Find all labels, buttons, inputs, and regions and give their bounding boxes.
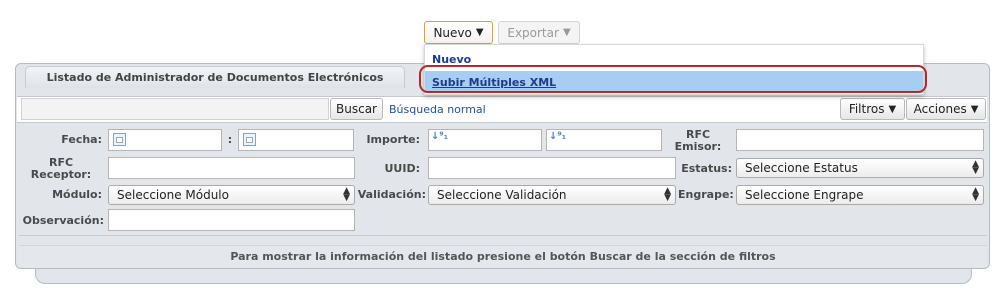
uuid-field[interactable] xyxy=(428,157,676,179)
rfc-emisor-label-line2: Emisor: xyxy=(674,140,722,153)
updown-arrows-icon: ▲ ▼ xyxy=(972,159,979,176)
chevron-down-icon: ▼ xyxy=(970,103,979,115)
engrape-label: Engrape: xyxy=(678,188,734,201)
nuevo-button[interactable]: Nuevo ▼ xyxy=(424,21,493,44)
importe-label: Importe: xyxy=(366,133,420,146)
modulo-select-value: Seleccione Módulo xyxy=(117,188,229,202)
chevron-down-icon: ▼ xyxy=(475,27,484,38)
nuevo-button-label: Nuevo xyxy=(433,25,472,40)
sort-numeric-icon: ↓⁹₁ xyxy=(549,131,567,142)
rfc-emisor-label: RFC Emisor: xyxy=(664,129,732,153)
fecha-label: Fecha: xyxy=(61,133,102,146)
highlight-ring xyxy=(419,65,927,93)
panel-title: Listado de Administrador de Documentos E… xyxy=(25,66,405,88)
exportar-button-label: Exportar xyxy=(507,25,559,40)
engrape-select-value: Seleccione Engrape xyxy=(745,188,864,202)
updown-arrows-icon: ▲ ▼ xyxy=(343,186,350,203)
search-input[interactable] xyxy=(21,98,329,120)
estatus-select[interactable]: Seleccione Estatus ▲ ▼ xyxy=(736,158,984,178)
footer-message: Para mostrar la información del listado … xyxy=(19,245,987,267)
rfc-receptor-label: RFC Receptor: xyxy=(20,157,102,181)
calendar-icon[interactable] xyxy=(243,133,256,146)
filters-divider xyxy=(19,235,987,236)
validacion-select-value: Seleccione Validación xyxy=(437,188,567,202)
menu-item-label: Nuevo xyxy=(432,52,472,66)
observacion-label: Observación: xyxy=(22,214,104,227)
uuid-label: UUID: xyxy=(384,162,421,175)
updown-arrows-icon: ▲ ▼ xyxy=(664,186,671,203)
updown-arrows-icon: ▲ ▼ xyxy=(972,186,979,203)
observacion-field[interactable] xyxy=(108,209,355,231)
buscar-button[interactable]: Buscar xyxy=(330,98,383,120)
buscar-button-label: Buscar xyxy=(336,102,377,116)
exportar-button[interactable]: Exportar ▼ xyxy=(498,21,580,44)
chevron-down-icon: ▼ xyxy=(888,103,897,115)
busqueda-normal-link[interactable]: Búsqueda normal xyxy=(389,103,486,116)
footer-message-text: Para mostrar la información del listado … xyxy=(230,250,776,263)
validacion-select[interactable]: Seleccione Validación ▲ ▼ xyxy=(428,185,676,205)
rfc-emisor-field[interactable] xyxy=(736,129,984,151)
chevron-down-icon: ▼ xyxy=(562,27,571,38)
validacion-label: Validación: xyxy=(357,188,426,201)
panel-title-text: Listado de Administrador de Documentos E… xyxy=(46,71,384,84)
acciones-button[interactable]: Acciones ▼ xyxy=(906,98,986,120)
calendar-icon[interactable] xyxy=(113,133,126,146)
rfc-receptor-field[interactable] xyxy=(108,157,355,179)
filtros-button[interactable]: Filtros ▼ xyxy=(840,98,905,120)
sort-numeric-icon: ↓⁹₁ xyxy=(431,131,449,142)
estatus-select-value: Seleccione Estatus xyxy=(745,161,858,175)
modulo-label: Módulo: xyxy=(52,188,102,201)
acciones-button-label: Acciones xyxy=(913,102,967,116)
filtros-button-label: Filtros xyxy=(848,102,885,116)
estatus-label: Estatus: xyxy=(681,162,732,175)
engrape-select[interactable]: Seleccione Engrape ▲ ▼ xyxy=(736,185,984,205)
fecha-separator: : xyxy=(227,133,233,146)
rfc-receptor-label-line2: Receptor: xyxy=(30,168,92,181)
modulo-select[interactable]: Seleccione Módulo ▲ ▼ xyxy=(108,185,355,205)
